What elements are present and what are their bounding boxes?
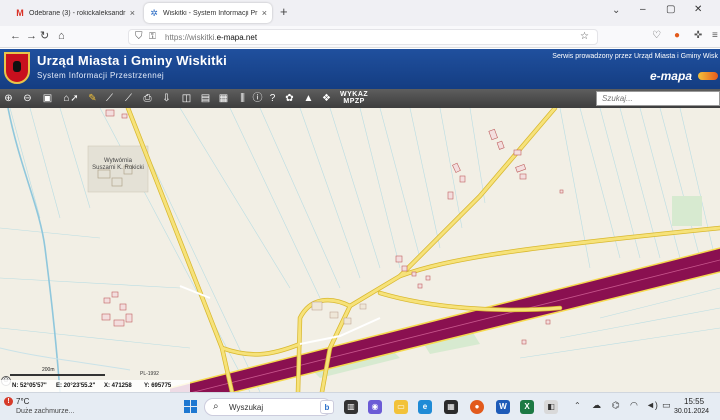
projection-label: PL-1992	[140, 371, 159, 377]
clock-date[interactable]: 30.01.2024	[674, 408, 709, 415]
wifi-icon[interactable]: ◠	[630, 400, 638, 411]
info-icon[interactable]: ⓘ	[251, 92, 264, 105]
bing-icon[interactable]: b	[320, 400, 334, 414]
close-window-button[interactable]: ✕	[694, 4, 702, 15]
file-explorer-icon[interactable]: ▭	[394, 400, 408, 414]
help-icon[interactable]: ?	[266, 92, 279, 105]
river	[7, 108, 61, 392]
map-drawing	[0, 108, 720, 392]
edge-icon[interactable]: e	[418, 400, 432, 414]
service-note: Serwis prowadzony przez Urząd Miasta i G…	[552, 53, 718, 60]
measure-link-icon[interactable]: ⟋	[122, 92, 135, 105]
layers-icon[interactable]: ◫	[180, 92, 193, 105]
emapa-logo[interactable]: e-mapa	[650, 69, 692, 83]
map-canvas[interactable]: Wytwórnia Suszarni K. Rokicki 200m PL-19…	[0, 108, 720, 392]
maximize-button[interactable]: ▢	[666, 4, 675, 15]
word-icon[interactable]: W	[496, 400, 510, 414]
grid-icon[interactable]: ▦	[217, 92, 230, 105]
coat-of-arms-logo	[4, 52, 30, 84]
coord-e: E: 20°23'55.2"	[56, 383, 96, 389]
tab-title: Odebrane (3) - rokickaleksandr	[29, 9, 126, 17]
triangle-icon[interactable]: ▲	[302, 92, 315, 105]
emapa-icon: ✲	[150, 8, 158, 18]
back-arrow-icon[interactable]: ←	[10, 30, 21, 42]
coord-x: X: 471258	[104, 383, 132, 389]
search-input[interactable]	[596, 91, 720, 106]
pencil-icon[interactable]: ✎	[86, 92, 99, 105]
chevron-up-icon[interactable]: ⌃	[574, 401, 581, 410]
download-icon[interactable]: ⇩	[160, 92, 173, 105]
battery-icon[interactable]: ▭	[662, 400, 671, 411]
network-icon[interactable]: ⌬	[612, 400, 620, 411]
map-label: Wytwórnia Suszarni K. Rokicki	[92, 158, 144, 171]
tab-gmail[interactable]: M Odebrane (3) - rokickaleksandr ×	[10, 3, 140, 23]
bus-icon[interactable]: ▤	[199, 92, 212, 105]
weather-alert-icon[interactable]: !	[4, 397, 13, 406]
excel-icon[interactable]: X	[520, 400, 534, 414]
zoom-in-icon[interactable]: ⊕	[2, 92, 15, 105]
weather-temp[interactable]: 7°C	[16, 397, 29, 406]
app-icon[interactable]: ◧	[544, 400, 558, 414]
close-icon[interactable]: ×	[262, 8, 267, 18]
print-icon[interactable]: ⎙	[141, 92, 154, 105]
chart-icon[interactable]: ⫼	[236, 92, 249, 105]
zoom-extent-icon[interactable]: ▣	[41, 92, 54, 105]
clock-time[interactable]: 15:55	[684, 397, 704, 406]
lock-icon[interactable]: ⚿	[149, 31, 156, 42]
tab-title: Wiskitki - System Informacji Pr	[163, 9, 258, 17]
minimize-button[interactable]: –	[640, 4, 646, 15]
extensions-icon[interactable]: ✜	[694, 30, 702, 41]
windows-start-icon[interactable]	[184, 400, 198, 414]
home-icon[interactable]: ⌂	[58, 30, 65, 42]
emapa-logo-mark	[698, 72, 718, 80]
settlement-buildings	[311, 301, 367, 325]
pocket-icon[interactable]: ♡	[652, 30, 661, 41]
scale-bar	[10, 371, 105, 378]
windows-taskbar: ! 7°C Duże zachmurze... ⌕ Wyszukaj b ▥ ◉…	[0, 392, 720, 420]
search-icon: ⌕	[213, 401, 219, 412]
new-tab-button[interactable]: +	[280, 5, 288, 19]
bookmark-star-icon[interactable]: ☆	[580, 31, 589, 42]
browser-tab-strip: M Odebrane (3) - rokickaleksandr × ✲ Wis…	[0, 0, 720, 26]
coord-n: N: 52°05'57"	[12, 383, 47, 389]
mpzp-label: MPZP	[343, 98, 365, 105]
tab-wiskitki[interactable]: ✲ Wiskitki - System Informacji Pr ×	[144, 3, 272, 23]
teams-icon[interactable]: ◉	[368, 400, 382, 414]
taskbar-search-label: Wyszukaj	[229, 403, 264, 412]
forward-arrow-icon[interactable]: →	[26, 30, 37, 42]
pointer-icon[interactable]: ➚	[68, 92, 81, 105]
browser-nav-bar: ← → ↻ ⌂ ⛉ ⚿ https://wiskitki.e-mapa.net …	[0, 26, 720, 48]
store-icon[interactable]: ▦	[444, 400, 458, 414]
weather-desc[interactable]: Duże zachmurze...	[16, 408, 74, 415]
taskbar-search[interactable]: ⌕ Wyszukaj	[204, 398, 332, 416]
settings-icon[interactable]: ✿	[283, 92, 296, 105]
wykaz-mpzp-button[interactable]: WYKAZ MPZP	[340, 91, 368, 105]
firefox-icon[interactable]: ●	[470, 400, 484, 414]
url-text[interactable]: https://wiskitki.e-mapa.net	[165, 33, 257, 42]
stream	[0, 347, 131, 371]
reload-icon[interactable]: ↻	[40, 30, 49, 42]
coord-y: Y: 695775	[144, 383, 172, 389]
close-icon[interactable]: ×	[130, 8, 135, 18]
shield-icon[interactable]: ⛉	[135, 31, 143, 42]
onedrive-icon[interactable]: ☁	[592, 400, 601, 411]
chevron-down-icon[interactable]: ⌄	[612, 5, 620, 16]
site-title: Urząd Miasta i Gminy Wiskitki	[37, 53, 227, 68]
site-header: Urząd Miasta i Gminy Wiskitki System Inf…	[0, 49, 720, 89]
gmail-icon: M	[16, 8, 24, 18]
task-view-icon[interactable]: ▥	[344, 400, 358, 414]
menu-icon[interactable]: ≡	[712, 30, 718, 41]
wykaz-label: WYKAZ	[340, 91, 369, 98]
zoom-out-icon[interactable]: ⊖	[21, 92, 34, 105]
coordinate-readout: N: 52°05'57" E: 20°23'55.2" X: 471258 Y:…	[0, 380, 190, 392]
url-bar[interactable]: ⛉ ⚿ https://wiskitki.e-mapa.net ☆	[128, 29, 598, 45]
cluster-icon[interactable]: ❖	[320, 92, 333, 105]
firefox-account-icon[interactable]: ●	[674, 30, 680, 41]
measure-line-icon[interactable]: ⟋	[103, 92, 116, 105]
highway	[169, 247, 720, 392]
speaker-icon[interactable]: ◄)	[646, 400, 658, 410]
site-subtitle: System Informacji Przestrzennej	[37, 71, 165, 80]
map-toolbar: ⊕ ⊖ ▣ ⌂ ➚ ✎ ⟋ ⟋ ⎙ ⇩ ◫ ▤ ▦ ⫼ ⓘ ? ✿ ▲ ❖ WY…	[0, 89, 720, 108]
